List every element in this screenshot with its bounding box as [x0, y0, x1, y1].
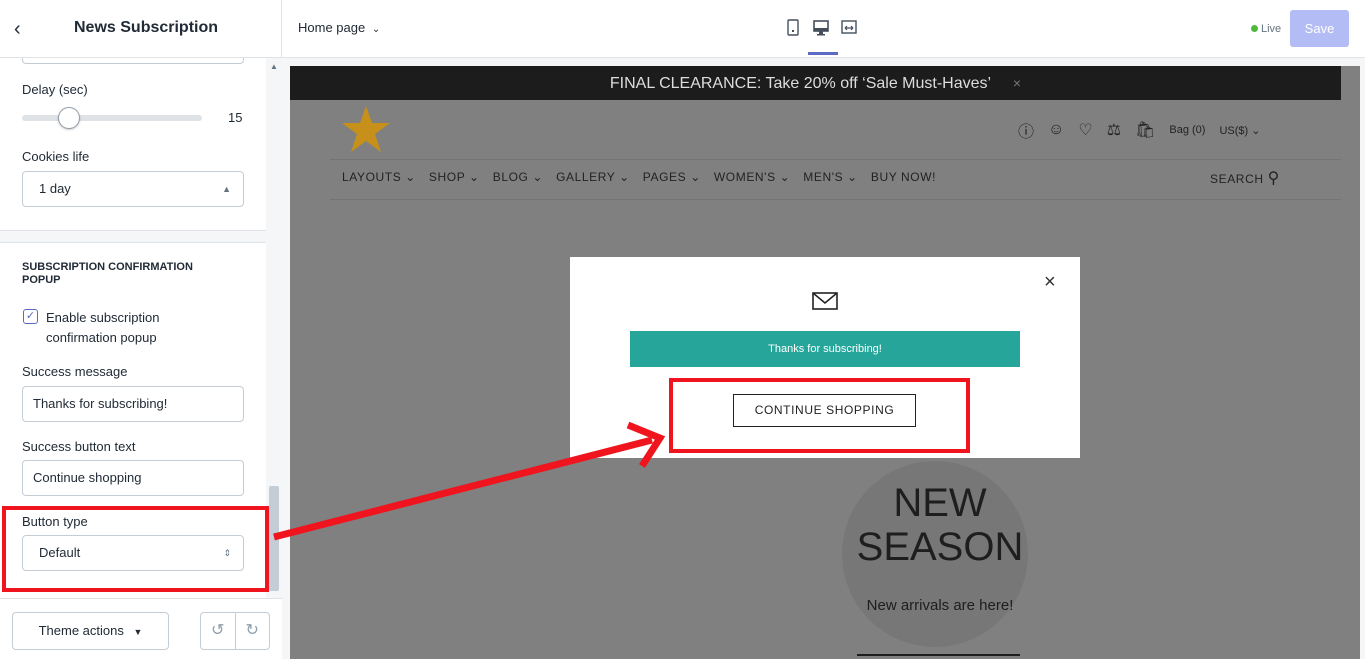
chevron-left-icon[interactable]: ‹: [14, 18, 30, 40]
caret-down-icon: ▼: [133, 627, 143, 637]
hero-subtitle: New arrivals are here!: [866, 597, 1014, 614]
compare-scale-icon[interactable]: ⚖: [1107, 120, 1121, 140]
cookies-life-label: Cookies life: [22, 149, 90, 164]
annotation-box-continue-button: [669, 378, 970, 453]
success-button-input[interactable]: Continue shopping: [22, 460, 244, 496]
store-main-menu: LAYOUTS ⌄ SHOP ⌄ BLOG ⌄ GALLERY ⌄ PAGES …: [342, 170, 936, 184]
enable-confirmation-label[interactable]: Enable subscription confirmation popup: [46, 308, 216, 348]
store-header-icons: ⓘ ☺ ♡ ⚖ 🛍 Bag (0) US($) ⌄: [1018, 118, 1260, 142]
divider: [0, 242, 266, 243]
theme-actions-button[interactable]: Theme actions ▼: [12, 612, 169, 650]
menu-item-mens[interactable]: MEN'S ⌄: [803, 170, 858, 184]
menu-item-layouts[interactable]: LAYOUTS ⌄: [342, 170, 416, 184]
desktop-icon[interactable]: [808, 18, 838, 55]
delay-slider[interactable]: [22, 115, 202, 121]
live-status-label: Live: [1261, 23, 1282, 35]
undo-redo-group: ↺ ↻: [200, 612, 270, 650]
menu-item-pages[interactable]: PAGES ⌄: [643, 170, 701, 184]
menu-item-womens[interactable]: WOMEN'S ⌄: [714, 170, 790, 184]
fullscreen-icon[interactable]: [840, 18, 858, 38]
search-label: SEARCH: [1210, 172, 1264, 186]
sidebar-header: ‹ News Subscription: [0, 0, 282, 58]
previous-field-stub: [22, 58, 244, 64]
divider: [0, 230, 266, 231]
status-dot-icon: [1251, 25, 1258, 32]
menu-divider: [330, 199, 1341, 200]
bag-count[interactable]: Bag (0): [1169, 124, 1205, 136]
delay-label: Delay (sec): [22, 82, 88, 97]
wishlist-heart-icon[interactable]: ♡: [1078, 120, 1092, 140]
help-icon[interactable]: ⓘ: [1018, 118, 1034, 142]
editor-topbar: Home page ⌄ Live Save: [282, 0, 1365, 58]
hero-title-line1: NEW: [893, 481, 987, 525]
mail-icon: [812, 292, 838, 310]
bag-icon[interactable]: 🛍: [1135, 120, 1155, 140]
delay-slider-handle[interactable]: [58, 107, 80, 129]
scrollbar-thumb[interactable]: [269, 486, 279, 591]
search-icon: ⚲: [1267, 170, 1280, 187]
store-search[interactable]: SEARCH ⚲: [1210, 168, 1280, 188]
save-button[interactable]: Save: [1290, 10, 1349, 47]
sidebar-footer: Theme actions ▼ ↺ ↻: [0, 598, 282, 659]
menu-item-buy-now[interactable]: BUY NOW!: [871, 170, 936, 184]
theme-actions-label: Theme actions: [38, 623, 124, 638]
popup-close-icon[interactable]: ×: [1044, 272, 1056, 292]
enable-confirmation-checkbox[interactable]: ✓: [23, 309, 38, 324]
account-icon[interactable]: ☺: [1048, 121, 1064, 139]
success-message-label: Success message: [22, 364, 128, 379]
chevron-down-icon: ⌄: [371, 24, 381, 35]
confirmation-section-title: SUBSCRIPTION CONFIRMATION POPUP: [22, 261, 193, 286]
live-status: Live: [1251, 23, 1281, 35]
currency-label: US($): [1219, 124, 1249, 137]
hero-title: NEW SEASON: [830, 481, 1050, 569]
menu-item-shop[interactable]: SHOP ⌄: [429, 170, 480, 184]
menu-item-gallery[interactable]: GALLERY ⌄: [556, 170, 630, 184]
success-button-label: Success button text: [22, 439, 136, 454]
currency-selector[interactable]: US($) ⌄: [1219, 124, 1260, 137]
scroll-up-icon[interactable]: ▲: [270, 62, 278, 71]
redo-icon[interactable]: ↻: [236, 613, 270, 649]
store-logo-star[interactable]: [340, 104, 392, 154]
menu-item-blog[interactable]: BLOG ⌄: [493, 170, 543, 184]
delay-value: 15: [228, 110, 243, 125]
announcement-text: FINAL CLEARANCE: Take 20% off ‘Sale Must…: [609, 75, 991, 92]
device-switcher: [784, 18, 858, 55]
announcement-bar: FINAL CLEARANCE: Take 20% off ‘Sale Must…: [290, 66, 1341, 100]
section-divider: [0, 230, 266, 242]
select-arrows-icon: ▲: [222, 184, 231, 194]
announcement-close-icon[interactable]: ×: [1013, 75, 1021, 91]
page-selector-label: Home page: [298, 20, 366, 35]
popup-success-message: Thanks for subscribing!: [630, 331, 1020, 367]
sidebar-title: News Subscription: [74, 19, 219, 36]
annotation-box-button-type: [2, 506, 269, 592]
page-selector[interactable]: Home page ⌄: [298, 20, 380, 35]
success-message-input[interactable]: Thanks for subscribing!: [22, 386, 244, 422]
hero-title-line2: SEASON: [856, 525, 1024, 569]
preview-frame: FINAL CLEARANCE: Take 20% off ‘Sale Must…: [290, 66, 1360, 659]
cookies-life-value: 1 day: [39, 181, 71, 196]
header-divider: [330, 159, 1341, 160]
mobile-icon[interactable]: [784, 18, 802, 38]
cookies-life-select[interactable]: 1 day ▲: [22, 171, 244, 207]
store-preview: FINAL CLEARANCE: Take 20% off ‘Sale Must…: [282, 58, 1365, 659]
hero-button-edge: [857, 654, 1020, 656]
undo-icon[interactable]: ↺: [201, 613, 236, 649]
